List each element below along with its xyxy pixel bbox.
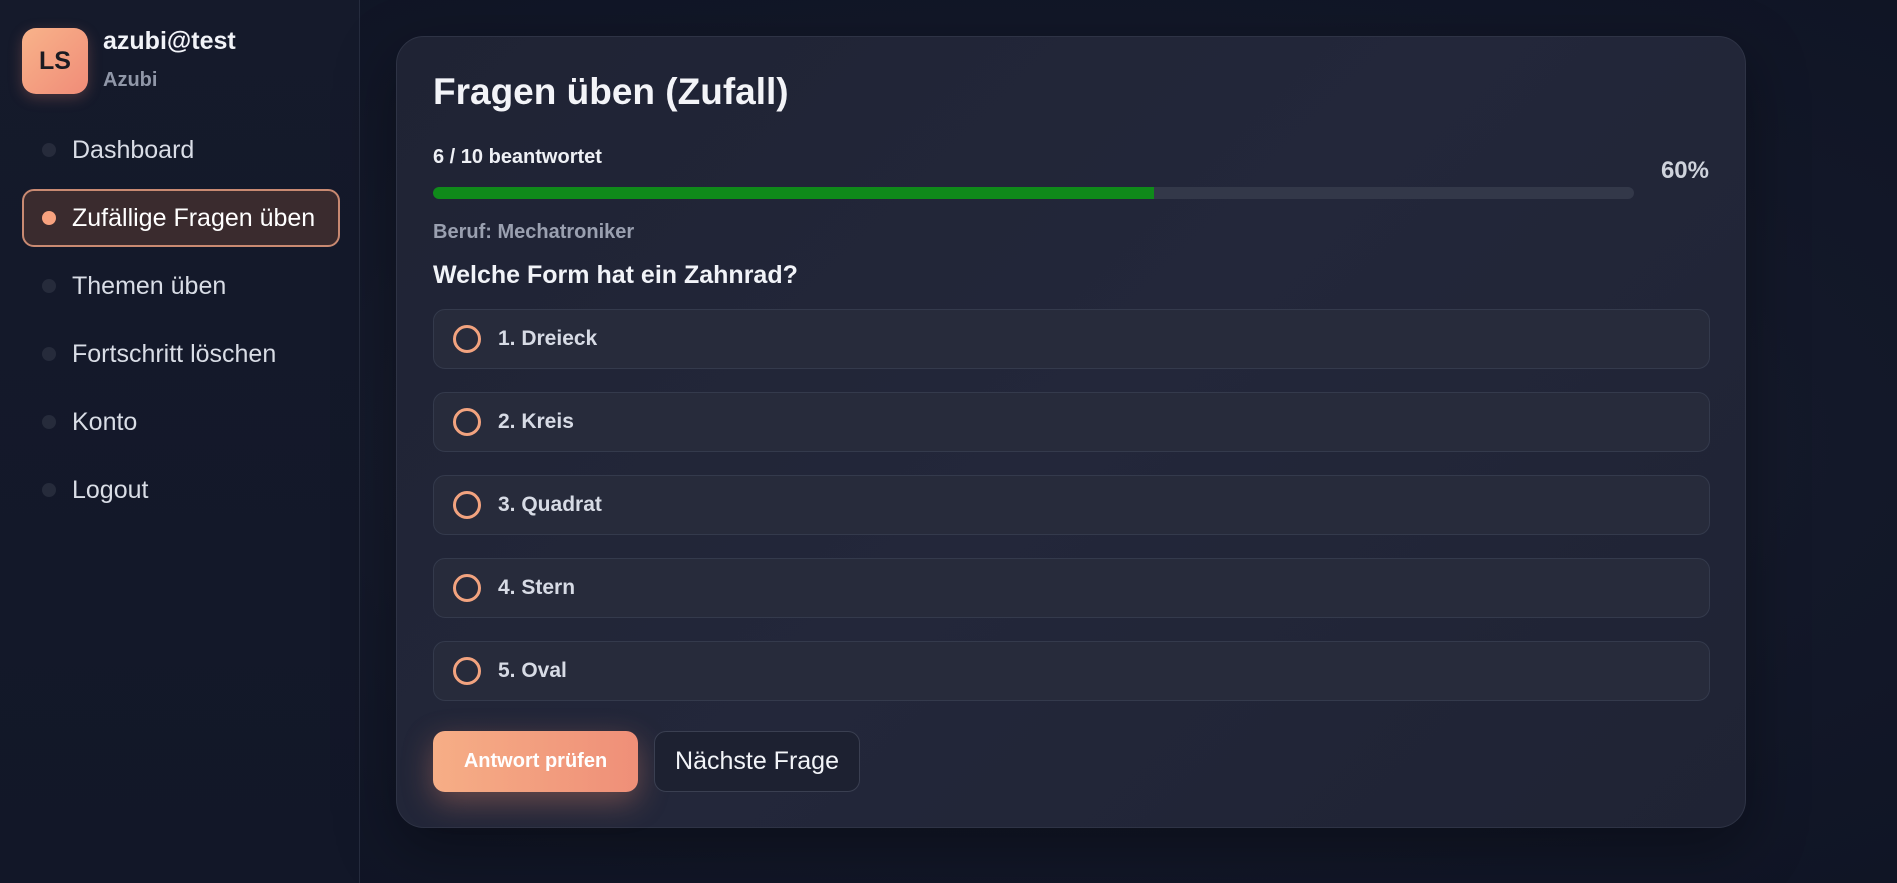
radio-icon[interactable] bbox=[453, 491, 481, 519]
sidebar-item-account[interactable]: Konto bbox=[22, 393, 340, 451]
bullet-icon bbox=[42, 279, 56, 293]
sidebar-item-label: Themen üben bbox=[72, 271, 227, 300]
question-text: Welche Form hat ein Zahnrad? bbox=[433, 261, 798, 289]
sidebar: LS azubi@test Azubi Dashboard Zufällige … bbox=[0, 0, 360, 883]
user-profile: LS azubi@test Azubi bbox=[22, 28, 236, 94]
sidebar-item-dashboard[interactable]: Dashboard bbox=[22, 121, 340, 179]
radio-icon[interactable] bbox=[453, 574, 481, 602]
profession-label: Beruf: Mechatroniker bbox=[433, 221, 635, 243]
bullet-icon bbox=[42, 211, 56, 225]
progress-percent: 60% bbox=[1660, 157, 1709, 184]
progress-bar bbox=[433, 187, 1634, 199]
answer-list: 1. Dreieck 2. Kreis 3. Quadrat 4. Stern … bbox=[433, 309, 1710, 724]
answer-option[interactable]: 1. Dreieck bbox=[433, 309, 1710, 369]
sidebar-item-label: Dashboard bbox=[72, 135, 195, 164]
action-buttons: Antwort prüfen Nächste Frage bbox=[433, 731, 860, 792]
user-role: Azubi bbox=[103, 69, 158, 91]
answer-label: 1. Dreieck bbox=[498, 327, 598, 350]
bullet-icon bbox=[42, 143, 56, 157]
answer-label: 2. Kreis bbox=[498, 410, 574, 433]
sidebar-nav: Dashboard Zufällige Fragen üben Themen ü… bbox=[22, 121, 340, 529]
answer-label: 5. Oval bbox=[498, 659, 567, 682]
sidebar-item-reset-progress[interactable]: Fortschritt löschen bbox=[22, 325, 340, 383]
avatar: LS bbox=[22, 28, 88, 94]
answer-label: 4. Stern bbox=[498, 576, 576, 599]
quiz-card: Fragen üben (Zufall) 6 / 10 beantwortet … bbox=[396, 36, 1746, 828]
answer-option[interactable]: 5. Oval bbox=[433, 641, 1710, 701]
bullet-icon bbox=[42, 415, 56, 429]
answer-option[interactable]: 4. Stern bbox=[433, 558, 1710, 618]
sidebar-item-label: Konto bbox=[72, 407, 138, 436]
sidebar-item-topics[interactable]: Themen üben bbox=[22, 257, 340, 315]
bullet-icon bbox=[42, 347, 56, 361]
answer-option[interactable]: 3. Quadrat bbox=[433, 475, 1710, 535]
sidebar-item-logout[interactable]: Logout bbox=[22, 461, 340, 519]
progress-bar-fill bbox=[433, 187, 1154, 199]
app: LS azubi@test Azubi Dashboard Zufällige … bbox=[0, 0, 1897, 883]
check-answer-button[interactable]: Antwort prüfen bbox=[433, 731, 638, 792]
next-question-button[interactable]: Nächste Frage bbox=[654, 731, 860, 792]
user-name: azubi@test bbox=[103, 27, 236, 55]
sidebar-item-random-questions[interactable]: Zufällige Fragen üben bbox=[22, 189, 340, 247]
answer-option[interactable]: 2. Kreis bbox=[433, 392, 1710, 452]
answer-label: 3. Quadrat bbox=[498, 493, 602, 516]
user-info: azubi@test Azubi bbox=[103, 28, 236, 92]
radio-icon[interactable] bbox=[453, 408, 481, 436]
bullet-icon bbox=[42, 483, 56, 497]
sidebar-item-label: Fortschritt löschen bbox=[72, 339, 277, 368]
progress-text: 6 / 10 beantwortet bbox=[433, 146, 602, 168]
radio-icon[interactable] bbox=[453, 325, 481, 353]
radio-icon[interactable] bbox=[453, 657, 481, 685]
sidebar-item-label: Logout bbox=[72, 475, 149, 504]
sidebar-item-label: Zufällige Fragen üben bbox=[72, 203, 316, 232]
page-title: Fragen üben (Zufall) bbox=[433, 71, 789, 112]
